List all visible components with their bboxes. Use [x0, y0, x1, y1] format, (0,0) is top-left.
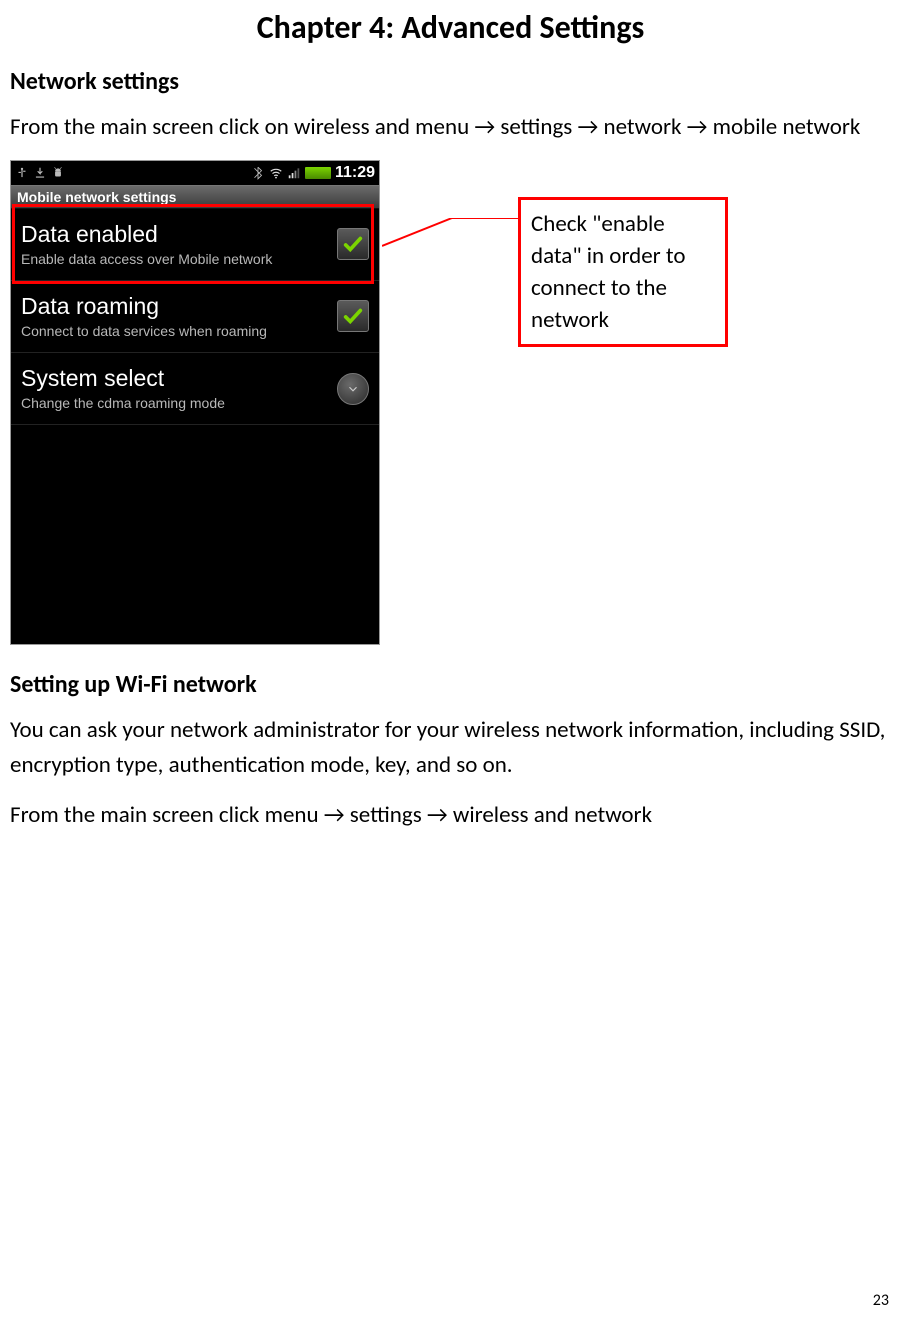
chevron-down-icon	[346, 382, 360, 396]
status-bar: 11:29	[11, 161, 379, 185]
screen-title: Mobile network settings	[11, 185, 379, 209]
row-data-roaming[interactable]: Data roaming Connect to data services wh…	[11, 281, 379, 353]
page-number: 23	[873, 1291, 889, 1310]
figure-area: 11:29 Mobile network settings Data enabl…	[10, 160, 891, 650]
disclosure-system-select[interactable]	[337, 373, 369, 405]
section1-body: From the main screen click on wireless a…	[10, 110, 891, 146]
section-network-settings-title: Network settings	[10, 67, 891, 96]
row-subtitle: Change the cdma roaming mode	[21, 394, 329, 412]
section2-body2: From the main screen click menu → settin…	[10, 798, 891, 834]
checkbox-data-roaming[interactable]	[337, 300, 369, 332]
callout-text: Check "enable data" in order to connect …	[531, 210, 686, 335]
row-subtitle: Connect to data services when roaming	[21, 322, 329, 340]
wifi-icon	[269, 166, 283, 180]
callout-box: Check "enable data" in order to connect …	[518, 197, 728, 348]
check-icon	[342, 305, 364, 327]
checkbox-data-enabled[interactable]	[337, 228, 369, 260]
bluetooth-icon	[251, 166, 265, 180]
section2-body1: You can ask your network administrator f…	[10, 713, 891, 784]
signal-icon	[287, 166, 301, 180]
row-title: Data roaming	[21, 293, 329, 320]
row-title: Data enabled	[21, 221, 329, 248]
usb-icon	[15, 166, 29, 180]
row-subtitle: Enable data access over Mobile network	[21, 250, 329, 268]
callout-leader-line	[382, 218, 520, 258]
row-system-select[interactable]: System select Change the cdma roaming mo…	[11, 353, 379, 425]
chapter-title: Chapter 4: Advanced Settings	[10, 8, 891, 47]
check-icon	[342, 233, 364, 255]
section-wifi-title: Setting up Wi-Fi network	[10, 670, 891, 699]
android-icon	[51, 166, 65, 180]
phone-screenshot: 11:29 Mobile network settings Data enabl…	[10, 160, 380, 645]
download-icon	[33, 166, 47, 180]
row-data-enabled[interactable]: Data enabled Enable data access over Mob…	[11, 209, 379, 281]
status-clock: 11:29	[335, 164, 375, 182]
battery-icon	[305, 167, 331, 179]
row-title: System select	[21, 365, 329, 392]
